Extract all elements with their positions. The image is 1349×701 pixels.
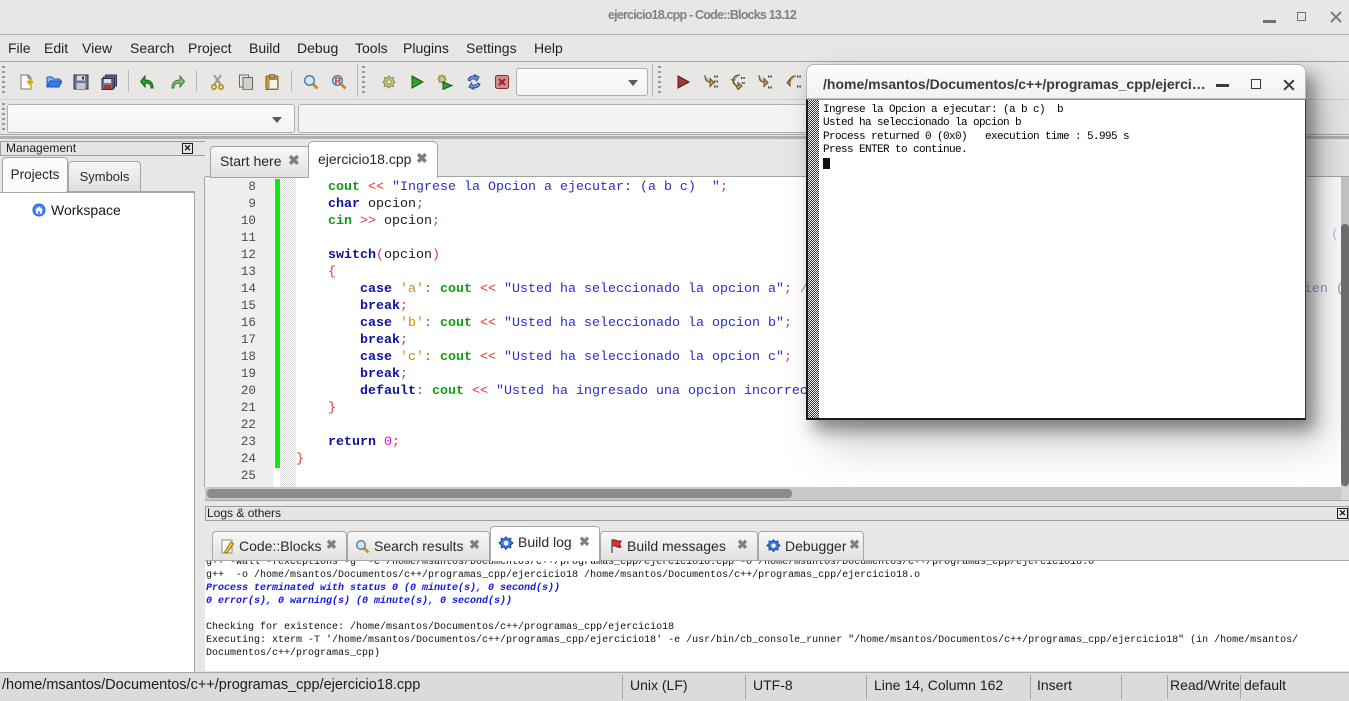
svg-text:R: R	[335, 76, 342, 86]
